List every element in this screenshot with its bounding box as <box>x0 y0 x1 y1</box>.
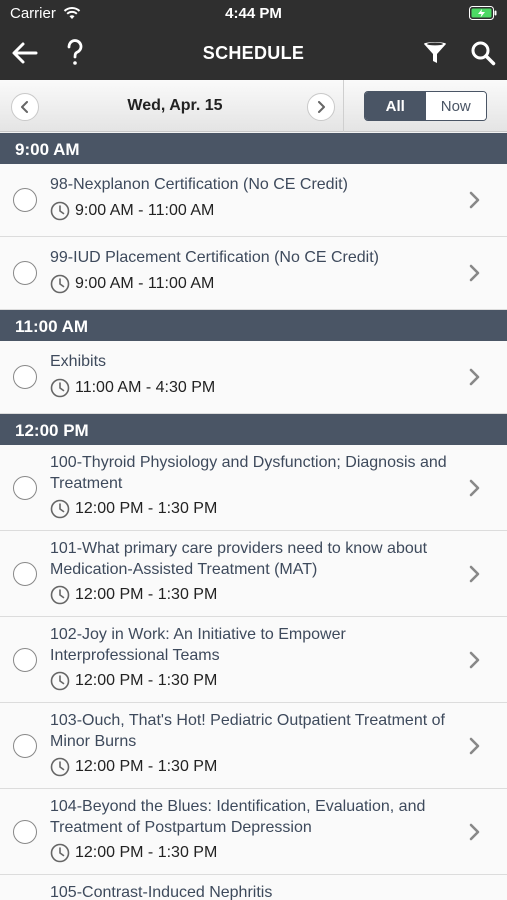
clock-icon <box>50 499 70 519</box>
chevron-right-icon <box>469 651 480 669</box>
clock-icon <box>50 201 70 221</box>
date-selector-bar: Wed, Apr. 15 All Now <box>0 80 507 132</box>
select-radio[interactable] <box>13 476 37 500</box>
session-time: 9:00 AM - 11:00 AM <box>75 202 215 219</box>
session-row[interactable]: 101-What primary care providers need to … <box>0 531 507 617</box>
session-time: 11:00 AM - 4:30 PM <box>75 379 216 396</box>
session-title: 98-Nexplanon Certification (No CE Credit… <box>50 176 348 193</box>
battery-icon <box>469 6 497 20</box>
select-radio[interactable] <box>13 261 37 285</box>
session-title: 99-IUD Placement Certification (No CE Cr… <box>50 249 379 266</box>
chevron-right-icon <box>469 479 480 497</box>
session-time: 9:00 AM - 11:00 AM <box>75 275 215 292</box>
all-toggle[interactable]: All <box>365 92 426 120</box>
chevron-right-icon <box>469 737 480 755</box>
session-row[interactable]: 98-Nexplanon Certification (No CE Credit… <box>0 164 507 237</box>
clock-icon <box>50 757 70 777</box>
filter-icon <box>424 42 446 63</box>
session-title: 105-Contrast-Induced Nephritis <box>50 884 273 900</box>
session-time: 12:00 PM - 1:30 PM <box>75 844 218 861</box>
section-header: 9:00 AM <box>0 133 507 164</box>
clock-icon <box>50 378 70 398</box>
session-row[interactable]: 105-Contrast-Induced Nephritis <box>0 875 507 900</box>
clock-icon <box>50 671 70 691</box>
session-title: 100-Thyroid Physiology and Dysfunction; … <box>50 454 447 492</box>
session-time-line: 12:00 PM - 1:30 PM <box>50 843 217 863</box>
clock-icon <box>50 274 70 294</box>
chevron-right-icon <box>469 823 480 841</box>
session-time-line: 9:00 AM - 11:00 AM <box>50 201 214 221</box>
search-button[interactable] <box>466 36 500 70</box>
clock-icon <box>50 585 70 605</box>
session-title: 102-Joy in Work: An Initiative to Empowe… <box>50 626 346 664</box>
session-row[interactable]: 103-Ouch, That's Hot! Pediatric Outpatie… <box>0 703 507 789</box>
chevron-right-icon <box>469 565 480 583</box>
session-title: 101-What primary care providers need to … <box>50 540 428 578</box>
select-radio[interactable] <box>13 820 37 844</box>
session-time-line: 11:00 AM - 4:30 PM <box>50 378 215 398</box>
current-date: Wed, Apr. 15 <box>127 97 223 114</box>
session-time-line: 12:00 PM - 1:30 PM <box>50 585 217 605</box>
session-title: Exhibits <box>50 353 107 370</box>
next-day-button[interactable] <box>307 93 335 121</box>
session-time: 12:00 PM - 1:30 PM <box>75 500 218 517</box>
view-toggle: All Now <box>364 91 487 121</box>
chevron-right-icon <box>469 191 480 209</box>
session-row[interactable]: Exhibits 11:00 AM - 4:30 PM <box>0 341 507 414</box>
section-header: 11:00 AM <box>0 310 507 341</box>
chevron-right-icon <box>469 368 480 386</box>
session-time-line: 12:00 PM - 1:30 PM <box>50 499 217 519</box>
chevron-right-icon <box>318 101 325 113</box>
session-row[interactable]: 102-Joy in Work: An Initiative to Empowe… <box>0 617 507 703</box>
session-row[interactable]: 104-Beyond the Blues: Identification, Ev… <box>0 789 507 875</box>
session-row[interactable]: 99-IUD Placement Certification (No CE Cr… <box>0 237 507 310</box>
select-radio[interactable] <box>13 562 37 586</box>
session-time-line: 9:00 AM - 11:00 AM <box>50 274 214 294</box>
status-bar: Carrier 4:44 PM <box>0 0 507 27</box>
navigation-bar: SCHEDULE <box>0 27 507 80</box>
schedule-list: 9:00 AM 98-Nexplanon Certification (No C… <box>0 133 507 900</box>
session-time: 12:00 PM - 1:30 PM <box>75 586 218 603</box>
chevron-right-icon <box>469 264 480 282</box>
select-radio[interactable] <box>13 188 37 212</box>
status-time: 4:44 PM <box>225 5 282 22</box>
search-icon <box>471 41 496 66</box>
filter-button[interactable] <box>418 36 452 70</box>
select-radio[interactable] <box>13 734 37 758</box>
now-toggle[interactable]: Now <box>425 92 486 120</box>
session-time-line: 12:00 PM - 1:30 PM <box>50 671 217 691</box>
section-header: 12:00 PM <box>0 414 507 445</box>
session-time: 12:00 PM - 1:30 PM <box>75 758 218 775</box>
previous-day-button[interactable] <box>11 93 39 121</box>
session-title: 104-Beyond the Blues: Identification, Ev… <box>50 798 426 836</box>
select-radio[interactable] <box>13 365 37 389</box>
chevron-left-icon <box>21 101 28 113</box>
divider <box>343 80 344 132</box>
select-radio[interactable] <box>13 648 37 672</box>
session-row[interactable]: 100-Thyroid Physiology and Dysfunction; … <box>0 445 507 531</box>
session-title: 103-Ouch, That's Hot! Pediatric Outpatie… <box>50 712 445 750</box>
session-time: 12:00 PM - 1:30 PM <box>75 672 218 689</box>
session-time-line: 12:00 PM - 1:30 PM <box>50 757 217 777</box>
clock-icon <box>50 843 70 863</box>
